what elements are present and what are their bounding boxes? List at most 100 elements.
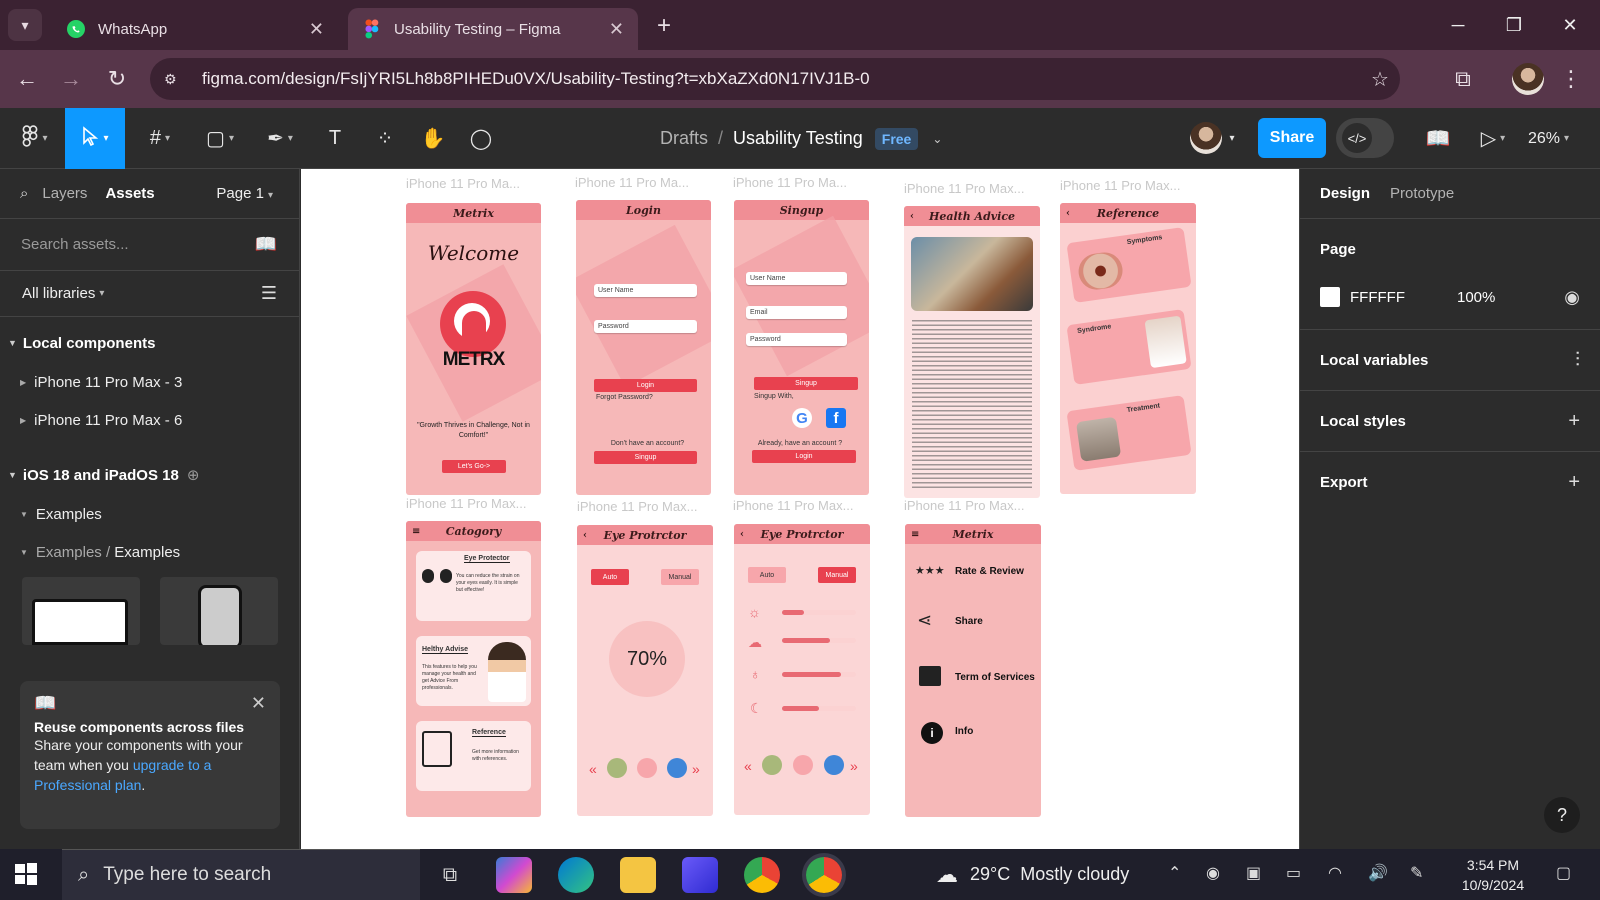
frame-label[interactable]: iPhone 11 Pro Ma... — [575, 175, 689, 190]
example-thumbnail-iphone[interactable] — [160, 577, 278, 645]
list-view-icon[interactable]: ☰ — [261, 283, 277, 304]
copilot-icon[interactable] — [496, 857, 532, 893]
chrome-profile-icon[interactable] — [806, 857, 842, 893]
tab-design[interactable]: Design — [1320, 185, 1370, 202]
hand-tool[interactable]: ✋ — [413, 108, 453, 169]
libraries-dropdown[interactable]: All libraries ▾ ☰ — [0, 271, 299, 317]
reload-icon[interactable]: ↻ — [102, 64, 132, 94]
task-view-icon[interactable]: ⧉ — [432, 857, 468, 893]
frame-label[interactable]: iPhone 11 Pro Max... — [1060, 178, 1180, 193]
forgot-password-link[interactable]: Forgot Password? — [596, 394, 653, 401]
examples-group[interactable]: ▼ Examples — [0, 495, 299, 533]
present-button[interactable]: ▷ ▾ — [1468, 108, 1518, 169]
back-icon[interactable]: ‹ — [1066, 208, 1070, 219]
close-icon[interactable]: ✕ — [609, 19, 624, 40]
color-dot-green[interactable] — [607, 758, 627, 778]
record-icon[interactable]: ◉ — [1206, 863, 1220, 883]
menu-terms[interactable]: Term of Services — [955, 672, 1035, 683]
page-opacity[interactable]: 100% — [1457, 289, 1495, 306]
examples-subgroup[interactable]: ▼ Examples / Examples — [0, 533, 299, 571]
share-button[interactable]: Share — [1258, 118, 1326, 158]
google-icon[interactable]: G — [792, 408, 812, 428]
auto-button[interactable]: Auto — [748, 567, 786, 583]
password-field[interactable]: Password — [746, 333, 847, 346]
page-selector[interactable]: Page 1 ▾ — [216, 185, 273, 202]
site-settings-icon[interactable]: ⚙ — [164, 71, 194, 88]
email-field[interactable]: Email — [746, 306, 847, 319]
next-icon[interactable]: » — [692, 761, 700, 777]
frame-label[interactable]: iPhone 11 Pro Ma... — [733, 175, 847, 190]
design-canvas[interactable]: iPhone 11 Pro Ma... iPhone 11 Pro Ma... … — [301, 169, 1299, 849]
chevron-down-icon[interactable]: ▾ — [1224, 108, 1240, 169]
light-slider[interactable] — [782, 672, 856, 677]
local-variables-row[interactable]: Local variables ⫶ — [1320, 330, 1580, 390]
color-dot-green[interactable] — [762, 755, 782, 775]
hamburger-icon[interactable]: ≡ — [911, 529, 919, 540]
forward-icon[interactable]: → — [56, 64, 86, 94]
plan-badge[interactable]: Free — [874, 127, 919, 150]
file-menu-chevron-icon[interactable]: ⌄ — [932, 132, 942, 146]
frame-tool[interactable]: # ▾ — [135, 108, 185, 169]
frame-label[interactable]: iPhone 11 Pro Max... — [733, 498, 853, 513]
back-icon[interactable]: ← — [12, 64, 42, 94]
edge-icon[interactable] — [558, 857, 594, 893]
extensions-icon[interactable]: ⧉ — [1448, 64, 1478, 94]
brightness-slider[interactable] — [782, 610, 856, 615]
warmth-slider[interactable] — [782, 638, 856, 643]
frame-menu[interactable]: ≡ Metrix ★★★ Rate & Review ⋖ Share Term o… — [905, 524, 1041, 817]
pen-tool[interactable]: ✒ ▾ — [255, 108, 305, 169]
browser-menu-icon[interactable]: ⋮ — [1556, 64, 1586, 94]
app-icon[interactable] — [682, 857, 718, 893]
signup-button[interactable]: Singup — [594, 451, 697, 464]
local-styles-row[interactable]: Local styles + — [1320, 391, 1580, 451]
zoom-control[interactable]: 26% ▾ — [1528, 108, 1569, 169]
manual-button[interactable]: Manual — [818, 567, 856, 583]
frame-label[interactable]: iPhone 11 Pro Max... — [904, 498, 1024, 513]
restore-icon[interactable]: ❐ — [1494, 10, 1534, 40]
prev-icon[interactable]: « — [744, 758, 752, 774]
text-tool[interactable]: T — [315, 108, 355, 169]
file-name[interactable]: Usability Testing — [733, 128, 863, 149]
dev-mode-toggle[interactable]: </> — [1336, 118, 1394, 158]
frame-label[interactable]: iPhone 11 Pro Ma... — [406, 176, 520, 191]
local-components-header[interactable]: ▼ Local components — [0, 323, 299, 363]
collaborator-avatar[interactable] — [1190, 122, 1222, 154]
frame-label[interactable]: iPhone 11 Pro Max... — [406, 496, 526, 511]
tab-layers[interactable]: Layers — [42, 185, 87, 202]
frame-label[interactable]: iPhone 11 Pro Max... — [577, 499, 697, 514]
eye-protector-card[interactable]: Eye Protector You can reduce the strain … — [416, 551, 531, 621]
username-field[interactable]: User Name — [746, 272, 847, 285]
treatment-card[interactable]: Treatment — [1066, 395, 1192, 471]
tray-chevron-icon[interactable]: ⌃ — [1168, 863, 1181, 883]
breadcrumb-drafts[interactable]: Drafts — [660, 128, 708, 149]
taskbar-search-input[interactable]: ⌕ Type here to search — [62, 849, 420, 900]
add-icon[interactable]: + — [1568, 410, 1580, 433]
username-field[interactable]: User Name — [594, 284, 697, 297]
page-color-row[interactable]: FFFFFF 100% ◉ — [1320, 279, 1580, 315]
manual-button[interactable]: Manual — [661, 569, 699, 585]
menu-share[interactable]: Share — [955, 616, 983, 627]
resources-tool[interactable]: ⁘ — [365, 108, 405, 169]
frame-welcome[interactable]: Metrix Welcome METRX "Growth Thrives in … — [406, 203, 541, 495]
library-book-icon[interactable]: 📖 — [255, 234, 277, 255]
signup-button[interactable]: Singup — [754, 377, 858, 390]
tab-prototype[interactable]: Prototype — [1390, 185, 1454, 202]
close-icon[interactable]: ✕ — [309, 19, 324, 40]
chrome-icon[interactable] — [744, 857, 780, 893]
frame-category[interactable]: ≡ Catogory Eye Protector You can reduce t… — [406, 521, 541, 817]
login-button[interactable]: Login — [752, 450, 856, 463]
next-icon[interactable]: » — [850, 758, 858, 774]
url-field[interactable]: ⚙ figma.com/design/FsIjYRI5Lh8b8PIHEDu0V… — [150, 58, 1400, 100]
symptoms-card[interactable]: Symptoms — [1066, 227, 1192, 303]
frame-health-advice[interactable]: ‹ Health Advice — [904, 206, 1040, 498]
library-book-icon[interactable]: 📖 — [1418, 108, 1458, 169]
syndrome-card[interactable]: Syndrome — [1066, 309, 1192, 385]
frame-label[interactable]: iPhone 11 Pro Max... — [904, 181, 1024, 196]
healthy-advise-card[interactable]: Helthy Advise This features to help you … — [416, 636, 531, 706]
frame-reference[interactable]: ‹ Reference Symptoms Syndrome Treatment — [1060, 203, 1196, 494]
tab-search-button[interactable]: ▾ — [8, 9, 42, 41]
shape-tool[interactable]: ▢ ▾ — [195, 108, 245, 169]
add-icon[interactable]: + — [1568, 471, 1580, 494]
frame-eye-protector-manual[interactable]: ‹ Eye Protrctor Auto Manual ☼ ☁ ♁ ☾ « » — [734, 524, 870, 815]
asset-search-input[interactable]: Search assets... 📖 — [0, 219, 299, 271]
